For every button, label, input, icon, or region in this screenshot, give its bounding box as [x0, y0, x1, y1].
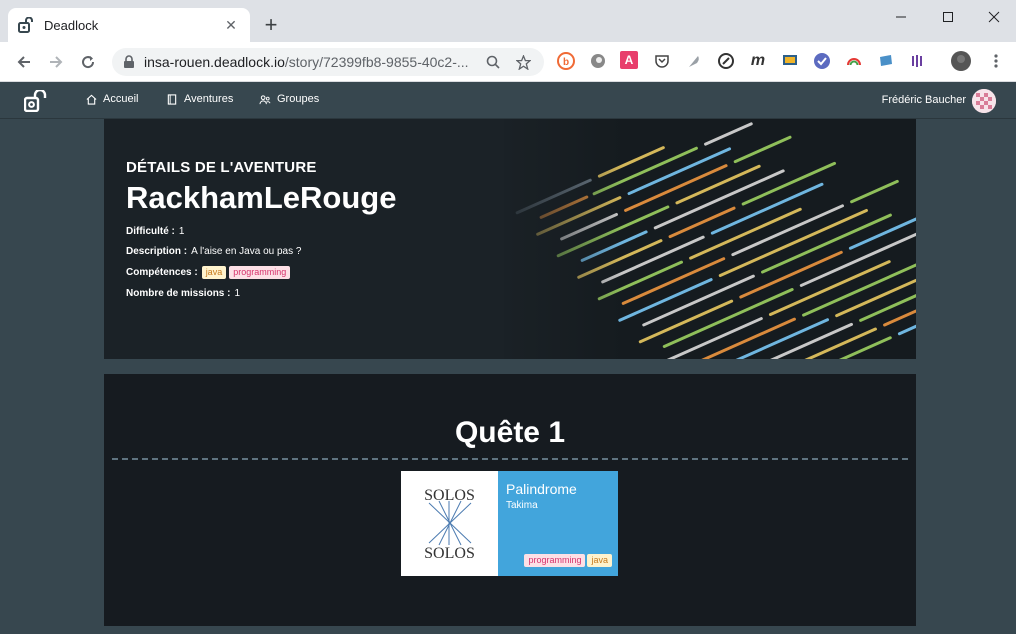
search-icon[interactable] [482, 51, 504, 73]
forward-arrow-icon[interactable] [44, 50, 68, 74]
browser-toolbar: insa-rouen.deadlock.io/story/72399fb8-98… [0, 42, 1016, 82]
user-name[interactable]: Frédéric Baucher [882, 94, 966, 106]
mission-logo-image: SOLOS SOLOS [401, 471, 498, 576]
description-label: Description : [126, 246, 188, 257]
difficulty-row: Difficulté : 1 [126, 226, 396, 237]
extension-rainbow-icon[interactable] [844, 51, 864, 71]
tab-title: Deadlock [44, 17, 99, 33]
pocket-icon[interactable] [652, 51, 672, 71]
extension-monitor-icon[interactable] [780, 51, 800, 71]
extension-circle-icon[interactable] [588, 51, 608, 71]
bookmark-star-icon[interactable] [512, 51, 534, 73]
extension-b-icon[interactable]: b [556, 51, 576, 71]
url-text[interactable]: insa-rouen.deadlock.io/story/72399fb8-98… [144, 54, 474, 70]
difficulty-label: Difficulté : [126, 226, 175, 237]
extension-card-icon[interactable] [876, 51, 896, 71]
quest-title: Quête 1 [454, 416, 566, 449]
window-close-icon[interactable] [979, 6, 1009, 28]
profile-avatar-icon[interactable] [950, 50, 972, 72]
nav-groupes[interactable]: Groupes [259, 93, 319, 105]
adventure-details-heading: DÉTAILS DE L'AVENTURE [126, 159, 317, 176]
difficulty-value: 1 [178, 226, 185, 237]
logo-text-top: SOLOS [424, 487, 475, 504]
menu-dots-icon[interactable] [986, 51, 1006, 71]
missions-count-row: Nombre de missions : 1 [126, 288, 396, 299]
user-avatar[interactable] [972, 89, 996, 113]
adventure-details-card: DÉTAILS DE L'AVENTURE RackhamLeRouge Dif… [104, 119, 916, 359]
skills-label: Compétences : [126, 267, 198, 278]
skill-tag-java[interactable]: java [201, 266, 227, 279]
compass-icon[interactable] [716, 51, 736, 71]
hero-gradient-overlay [484, 119, 624, 359]
nav-aventures[interactable]: Aventures [166, 93, 233, 105]
missions-count-label: Nombre de missions : [126, 288, 231, 299]
extension-m-icon[interactable]: m [748, 51, 768, 71]
description-row: Description : A l'aise en Java ou pas ? [126, 246, 396, 257]
mission-author: Takima [506, 500, 538, 511]
url-path: /story/72399fb8-9855-40c2-... [284, 54, 469, 70]
skills-row: Compétences : java programming [126, 266, 396, 279]
hero-content: DÉTAILS DE L'AVENTURE RackhamLeRouge Dif… [126, 159, 396, 299]
lock-icon [122, 55, 136, 69]
tab-close-icon[interactable]: ✕ [222, 16, 240, 34]
missions-count-value: 1 [234, 288, 241, 299]
extension-check-icon[interactable] [812, 51, 832, 71]
mission-card[interactable]: SOLOS SOLOS Palindrome Takima programmin… [401, 471, 618, 576]
nav-aventures-label: Aventures [184, 93, 234, 105]
feather-icon[interactable] [684, 51, 704, 71]
mission-tags: programming java [522, 554, 612, 567]
quest-divider [112, 458, 908, 460]
deadlock-favicon-icon [18, 17, 34, 33]
logo-text-bottom: SOLOS [424, 545, 475, 562]
nav-groupes-label: Groupes [277, 93, 320, 105]
extension-bars-icon[interactable] [908, 51, 928, 71]
deadlock-logo-icon[interactable] [23, 88, 48, 113]
nav-accueil-label: Accueil [103, 93, 139, 105]
book-icon [166, 93, 178, 105]
mission-name[interactable]: Palindrome [506, 481, 610, 497]
mission-tag-java[interactable]: java [587, 554, 612, 567]
browser-tab[interactable]: Deadlock ✕ [8, 8, 250, 42]
group-icon [259, 93, 271, 105]
reload-icon[interactable] [76, 50, 100, 74]
quest-panel: Quête 1 SOLOS SOLOS Palindrome Takima pr… [104, 374, 916, 626]
extension-a-icon[interactable]: A [620, 51, 638, 69]
skill-tag-programming[interactable]: programming [229, 266, 291, 279]
back-arrow-icon[interactable] [12, 50, 36, 74]
mission-body: Palindrome Takima programming java [498, 471, 618, 576]
url-host: insa-rouen.deadlock.io [144, 54, 285, 70]
svg-text:b: b [563, 57, 569, 68]
new-tab-button[interactable]: + [260, 14, 282, 36]
app-navbar: Accueil Aventures Groupes Frédéric Bauch… [0, 82, 1016, 119]
description-value: A l'aise en Java ou pas ? [191, 246, 302, 257]
home-icon [85, 93, 97, 105]
nav-accueil[interactable]: Accueil [85, 93, 138, 105]
maximize-icon[interactable] [933, 6, 963, 28]
adventure-title: RackhamLeRouge [126, 180, 397, 215]
address-bar[interactable]: insa-rouen.deadlock.io/story/72399fb8-98… [112, 48, 544, 76]
browser-tabstrip: Deadlock ✕ + [0, 0, 1016, 42]
minimize-icon[interactable] [886, 6, 916, 28]
mission-tag-programming[interactable]: programming [524, 554, 586, 567]
